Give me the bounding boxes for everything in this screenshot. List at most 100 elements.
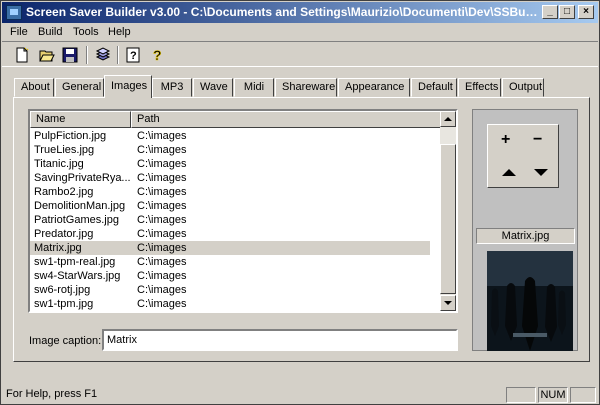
list-item-path: C:\images <box>137 200 187 212</box>
tab-general[interactable]: General <box>55 78 104 97</box>
save-button[interactable] <box>59 45 81 65</box>
tab-default[interactable]: Default <box>411 78 457 97</box>
list-item-path: C:\images <box>137 256 187 268</box>
app-icon[interactable] <box>6 5 22 20</box>
preview-image <box>487 251 573 351</box>
list-item-path: C:\images <box>137 186 187 198</box>
list-item-path: C:\images <box>137 214 187 226</box>
list-item-name: sw1-tpm-real.jpg <box>34 256 116 268</box>
list-item-name: sw6-rotj.jpg <box>34 284 91 296</box>
list-item[interactable]: sw1-tpm-real.jpg C:\images <box>30 255 430 269</box>
tab-images[interactable]: Images <box>104 75 152 98</box>
help-topics-button[interactable]: ? <box>122 45 144 65</box>
list-item-path: C:\images <box>137 158 187 170</box>
help-topics-icon: ? <box>126 47 140 63</box>
image-caption-label: Image caption: <box>29 335 102 347</box>
list-item-name: Predator.jpg <box>34 228 94 240</box>
list-item-path: C:\images <box>137 242 187 254</box>
list-item[interactable]: TrueLies.jpg C:\images <box>30 143 430 157</box>
list-scrollbar[interactable] <box>440 111 456 311</box>
column-path-header[interactable]: Path <box>131 111 441 128</box>
move-up-icon[interactable] <box>502 169 516 177</box>
list-item[interactable]: SavingPrivateRya... C:\images <box>30 171 430 185</box>
preview-filename: Matrix.jpg <box>476 228 575 244</box>
menu-bar: File Build Tools Help <box>2 23 598 41</box>
new-icon <box>16 47 29 63</box>
new-button[interactable] <box>11 45 33 65</box>
down-arrow-icon <box>444 301 452 305</box>
minimize-icon: _ <box>547 6 553 17</box>
list-item[interactable]: sw1-tpm.jpg C:\images <box>30 297 430 311</box>
save-icon <box>62 47 78 63</box>
list-item[interactable]: PatriotGames.jpg C:\images <box>30 213 430 227</box>
build-button[interactable] <box>92 45 114 65</box>
list-item-name: PulpFiction.jpg <box>34 130 107 142</box>
list-item[interactable]: DemolitionMan.jpg C:\images <box>30 199 430 213</box>
toolbar-separator <box>86 46 88 64</box>
tab-shareware[interactable]: Shareware <box>275 78 337 97</box>
list-item-name: sw4-StarWars.jpg <box>34 270 121 282</box>
scroll-up-button[interactable] <box>440 111 456 127</box>
menu-tools[interactable]: Tools <box>73 26 99 38</box>
toolbar-separator <box>117 46 119 64</box>
list-item[interactable]: Matrix.jpg C:\images <box>30 241 430 255</box>
menu-file[interactable]: File <box>10 26 28 38</box>
tab-midi[interactable]: Midi <box>234 78 274 97</box>
tab-output[interactable]: Output <box>502 78 544 97</box>
close-button[interactable]: × <box>578 5 594 19</box>
status-pane-caps <box>506 387 536 403</box>
tab-about[interactable]: About <box>14 78 54 97</box>
maximize-button[interactable]: □ <box>559 5 575 19</box>
poster-art <box>487 251 573 351</box>
status-bar: For Help, press F1 NUM <box>2 386 598 404</box>
menu-help[interactable]: Help <box>108 26 131 38</box>
status-text: For Help, press F1 <box>6 388 98 400</box>
list-item-path: C:\images <box>137 144 187 156</box>
status-pane-scroll <box>570 387 596 403</box>
list-item-name: Rambo2.jpg <box>34 186 94 198</box>
list-item[interactable]: sw6-rotj.jpg C:\images <box>30 283 430 297</box>
tab-appearance[interactable]: Appearance <box>338 78 410 97</box>
image-caption-input[interactable]: Matrix <box>102 329 458 351</box>
context-help-icon: ? <box>153 47 162 63</box>
toolbar: ? ? <box>2 41 598 67</box>
column-name-header[interactable]: Name <box>30 111 131 128</box>
app-window: Screen Saver Builder v3.00 - C:\Document… <box>0 0 600 405</box>
scroll-down-button[interactable] <box>440 295 456 311</box>
list-item-path: C:\images <box>137 284 187 296</box>
tab-mp3[interactable]: MP3 <box>152 78 192 97</box>
scroll-thumb[interactable] <box>440 144 456 294</box>
up-arrow-icon <box>444 117 452 121</box>
list-item-name: Matrix.jpg <box>34 242 82 254</box>
list-item[interactable]: sw4-StarWars.jpg C:\images <box>30 269 430 283</box>
move-down-icon[interactable] <box>534 169 548 177</box>
list-item-name: PatriotGames.jpg <box>34 214 119 226</box>
minimize-button[interactable]: _ <box>542 5 558 19</box>
list-item-path: C:\images <box>137 130 187 142</box>
list-header: Name Path <box>30 111 442 128</box>
images-list[interactable]: Name Path PulpFiction.jpg C:\images TrueLi… <box>28 109 458 313</box>
tab-effects[interactable]: Effects <box>458 78 501 97</box>
order-controls: + − <box>487 124 559 188</box>
list-item-name: DemolitionMan.jpg <box>34 200 126 212</box>
build-icon <box>95 47 111 61</box>
title-bar[interactable]: Screen Saver Builder v3.00 - C:\Document… <box>2 2 598 23</box>
context-help-button[interactable]: ? <box>146 45 168 65</box>
svg-text:?: ? <box>130 50 137 62</box>
list-item[interactable]: Predator.jpg C:\images <box>30 227 430 241</box>
list-rows: PulpFiction.jpg C:\images TrueLies.jpg C:\i… <box>30 129 442 311</box>
close-icon: × <box>583 6 589 17</box>
list-item[interactable]: Titanic.jpg C:\images <box>30 157 430 171</box>
list-item-name: Titanic.jpg <box>34 158 84 170</box>
remove-image-button[interactable]: − <box>533 131 542 149</box>
list-item[interactable]: PulpFiction.jpg C:\images <box>30 129 430 143</box>
open-button[interactable] <box>36 45 58 65</box>
list-item-path: C:\images <box>137 270 187 282</box>
menu-build[interactable]: Build <box>38 26 62 38</box>
tab-wave[interactable]: Wave <box>193 78 233 97</box>
add-image-button[interactable]: + <box>501 131 510 149</box>
open-folder-icon <box>39 50 55 62</box>
status-pane-num: NUM <box>538 387 568 403</box>
list-item[interactable]: Rambo2.jpg C:\images <box>30 185 430 199</box>
list-item-name: sw1-tpm.jpg <box>34 298 94 310</box>
